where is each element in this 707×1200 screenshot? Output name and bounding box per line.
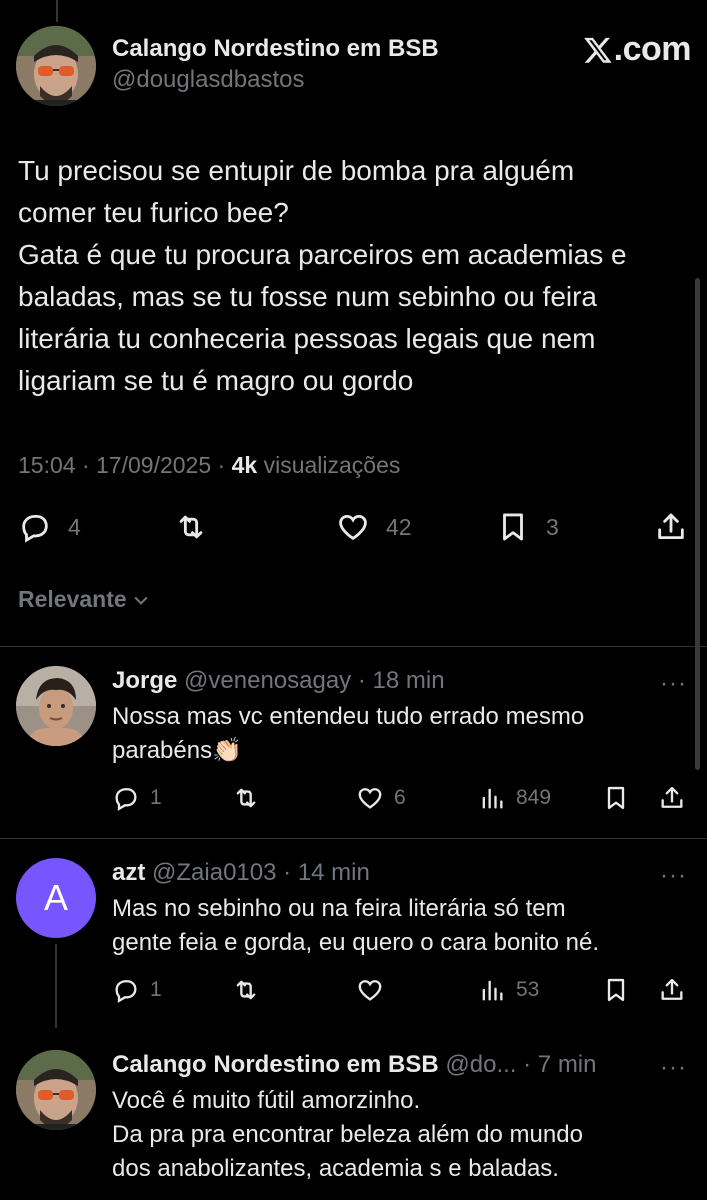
reply-time[interactable]: 18 min [373,667,445,694]
like-button[interactable]: 6 [356,784,406,812]
reply-author-name[interactable]: Jorge [112,667,177,694]
reply-author-name[interactable]: Calango Nordestino em BSB [112,1051,439,1078]
bookmark-button[interactable]: 3 [496,510,559,544]
author-avatar[interactable] [16,26,96,106]
retweet-icon [236,980,256,1000]
reply-icon [115,980,137,1003]
retweet-button[interactable] [174,510,208,544]
reply-header: azt @Zaia0103 · 14 min [112,859,370,886]
views-count: 4k [231,452,258,478]
author-handle[interactable]: @douglasdbastos [112,64,439,96]
bookmark-count: 3 [546,513,559,540]
more-options-icon[interactable]: ··· [660,862,687,890]
retweet-icon [179,515,203,539]
reply-time[interactable]: 14 min [298,859,370,886]
views-button[interactable]: 849 [478,784,551,812]
retweet-button[interactable] [232,976,260,1004]
reply-button[interactable]: 1 [112,784,162,812]
share-button[interactable] [658,784,686,812]
reply-author-name[interactable]: azt [112,859,145,886]
sort-dropdown[interactable]: Relevante [18,586,151,613]
reply-item[interactable]: A azt @Zaia0103 · 14 min ··· Mas no sebi… [0,858,707,1028]
like-button[interactable]: 42 [336,510,412,544]
divider [0,838,707,839]
like-count: 42 [386,513,412,540]
reply-author-handle[interactable]: @do... [445,1051,516,1078]
main-tweet-header: Calango Nordestino em BSB @douglasdbasto… [16,24,692,106]
tweet-meta: 15:04 · 17/09/2025 · 4k visualizações [18,452,401,478]
reply-author-handle[interactable]: @venenosagay [184,667,351,694]
more-options-icon[interactable]: ··· [660,670,687,698]
reply-text: Nossa mas vc entendeu tudo errado mesmo … [112,703,585,764]
tweet-time[interactable]: 15:04 [18,452,76,478]
bookmark-icon [607,786,625,810]
tweet-date[interactable]: 17/09/2025 [96,452,211,478]
bookmark-button[interactable] [602,976,630,1004]
reply-avatar[interactable] [16,1050,96,1130]
thread-line [55,944,57,1028]
tweet-actions: 4 42 3 [18,506,690,550]
scrollbar[interactable] [695,278,700,770]
reply-count: 4 [68,513,81,540]
reply-icon [115,788,137,811]
author-name[interactable]: Calango Nordestino em BSB [112,34,439,64]
like-button[interactable] [356,976,384,1004]
reply-button[interactable]: 4 [18,510,81,544]
bookmark-icon [607,978,625,1002]
logo-text: .com [613,30,692,68]
chevron-down-icon [134,596,148,605]
heart-icon [358,980,382,1001]
reply-avatar[interactable]: A [16,858,96,938]
views-count: 53 [516,978,540,1001]
share-button[interactable] [654,510,688,544]
reply-button[interactable]: 1 [112,976,162,1004]
bookmark-button[interactable] [602,784,630,812]
share-icon [658,513,684,540]
views-count: 849 [516,786,552,809]
reply-header: Jorge @venenosagay · 18 min [112,667,445,694]
reply-author-handle[interactable]: @Zaia0103 [152,859,276,886]
reply-text: Você é muito fútil amorzinho. Da pra pra… [112,1087,583,1182]
views-button[interactable]: 53 [478,976,539,1004]
tweet-text: Tu precisou se entupir de bomba pra algu… [18,155,627,396]
reply-header: Calango Nordestino em BSB @do... · 7 min [112,1051,597,1078]
reply-item[interactable]: Jorge @venenosagay · 18 min ··· Nossa ma… [0,666,707,826]
views-label: visualizações [263,452,401,478]
bookmark-icon [503,513,523,541]
reply-text: Mas no sebinho ou na feira literária só … [112,895,600,956]
share-button[interactable] [658,976,686,1004]
retweet-icon [236,788,256,808]
thread-line [56,0,58,22]
retweet-button[interactable] [232,784,260,812]
reply-time[interactable]: 7 min [538,1051,597,1078]
like-count: 6 [394,786,406,809]
reply-avatar[interactable] [16,666,96,746]
reply-icon [22,514,48,543]
sort-label: Relevante [18,586,127,612]
reply-count: 1 [150,978,162,1001]
views-icon [482,980,503,1001]
divider [0,646,707,647]
reply-item[interactable]: Calango Nordestino em BSB @do... · 7 min… [0,1050,707,1200]
x-logo: .com [583,30,692,69]
heart-icon [358,788,382,809]
share-icon [661,786,683,808]
heart-icon [339,514,367,541]
reply-count: 1 [150,786,162,809]
share-icon [661,978,683,1000]
x-icon [583,37,612,63]
views-icon [482,788,503,809]
more-options-icon[interactable]: ··· [660,1054,687,1082]
